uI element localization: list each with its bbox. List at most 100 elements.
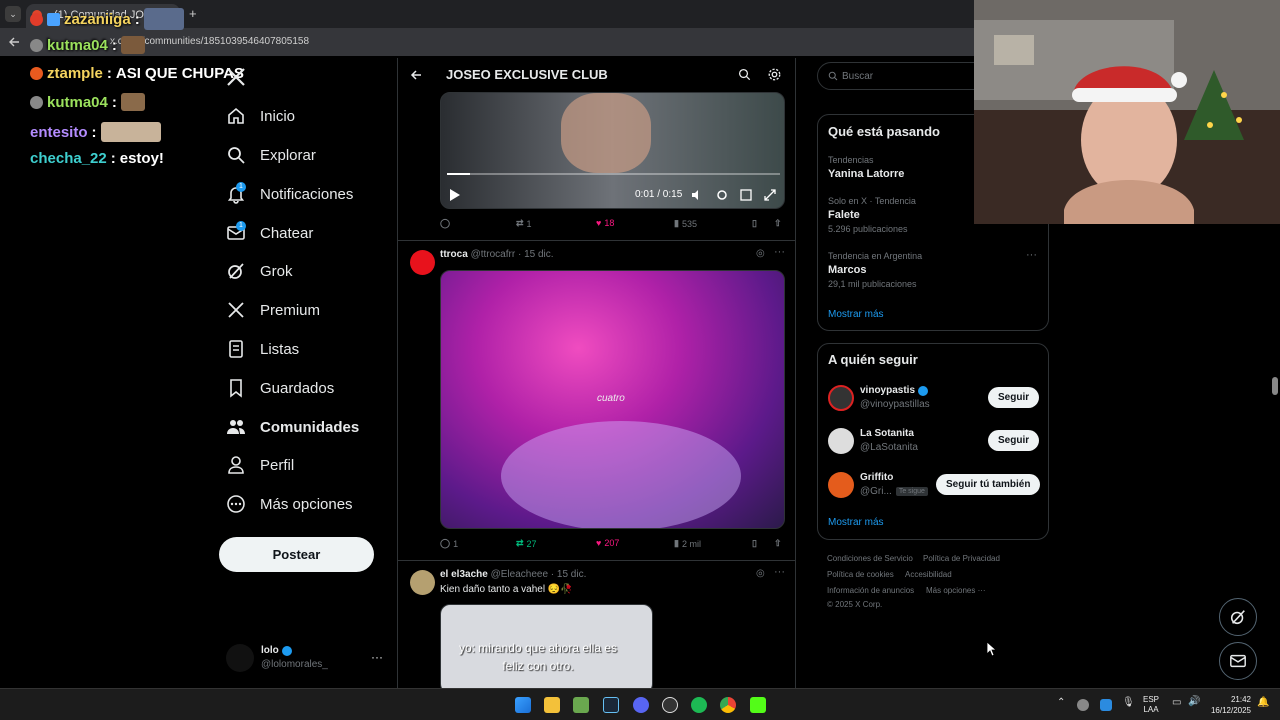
nav-item-mas-opciones[interactable]: Más opciones	[226, 489, 353, 519]
account-switcher[interactable]: lolo @lolomorales_ ···	[226, 642, 386, 674]
nav-label: Inicio	[260, 107, 296, 125]
repost-button[interactable]: ⇄ 1	[516, 218, 532, 229]
back-arrow-icon[interactable]	[410, 69, 422, 81]
post-image[interactable]: yo: mirando que ahora ella es feliz con …	[440, 604, 653, 688]
avatar	[828, 428, 854, 454]
obs-icon[interactable]	[662, 697, 678, 713]
reply-button[interactable]: ◯ 1	[440, 538, 458, 549]
reply-button[interactable]: ◯	[440, 218, 453, 229]
follow-suggestion[interactable]: Griffito @Gri... Te sigue Seguir tú tamb…	[818, 469, 1048, 503]
footer-link[interactable]: Política de cookies	[827, 570, 894, 579]
nav-item-inicio[interactable]: Inicio	[226, 101, 295, 131]
account-more-icon[interactable]: ···	[371, 650, 383, 664]
microphone-icon[interactable]: 🎙	[1122, 697, 1135, 708]
show-more-link[interactable]: Mostrar más	[828, 517, 884, 528]
show-more-link[interactable]: Mostrar más	[828, 309, 884, 320]
follow-suggestion[interactable]: vinoypastis @vinoypastillas Seguir	[818, 382, 1048, 416]
tray-shield-icon[interactable]	[1100, 699, 1112, 711]
network-icon[interactable]: ▭	[1172, 697, 1181, 708]
nav-label: Grok	[260, 262, 293, 280]
nav-item-grok[interactable]: Grok	[226, 256, 293, 286]
chat-message: kutma04:	[30, 36, 145, 54]
keyboard-layout[interactable]: ESP LAA	[1143, 695, 1159, 715]
footer-link[interactable]: Política de Privacidad	[923, 554, 1000, 563]
nav-item-premium[interactable]: Premium	[226, 295, 320, 325]
more-icon[interactable]: ···	[774, 566, 785, 578]
file-explorer-icon[interactable]	[544, 697, 560, 713]
clock-time: 21:42	[1230, 695, 1251, 704]
search-icon[interactable]	[738, 68, 751, 81]
like-button[interactable]: ♥ 18	[596, 218, 614, 228]
nav-label: Explorar	[260, 146, 316, 164]
notification-center-icon[interactable]: 🔔	[1257, 697, 1269, 708]
tray-app-icon[interactable]	[1077, 699, 1089, 711]
spotify-icon[interactable]	[691, 697, 707, 713]
views-button[interactable]: ▮ 535	[674, 218, 697, 229]
pip-icon[interactable]	[740, 189, 752, 201]
tray-chevron-icon[interactable]: ⌃	[1057, 697, 1065, 708]
gear-icon[interactable]	[716, 189, 728, 201]
scrollbar[interactable]	[1272, 377, 1278, 395]
volume-icon[interactable]	[691, 189, 703, 201]
nav-item-listas[interactable]: Listas	[226, 334, 299, 364]
share-button[interactable]: ⇧	[774, 218, 782, 229]
post[interactable]: ttroca @ttrocafrr · 15 dic. ◎ ··· cuatro…	[398, 242, 795, 561]
follow-name: La Sotanita	[860, 428, 914, 439]
chrome-icon[interactable]	[720, 697, 736, 713]
bookmark-icon: ▯	[752, 538, 757, 548]
nav-item-comunidades[interactable]: Comunidades	[226, 412, 359, 442]
share-icon: ⇧	[774, 538, 782, 548]
footer-link[interactable]: Accesibilidad	[905, 570, 952, 579]
views-icon: ▮	[674, 218, 679, 228]
minecraft-icon[interactable]	[573, 697, 589, 713]
trend-item[interactable]: Tendencia en Argentina Marcos 29,1 mil p…	[818, 247, 1048, 295]
video-progress-bar[interactable]	[447, 173, 780, 175]
footer-link[interactable]: Condiciones de Servicio	[827, 554, 913, 563]
grok-icon	[228, 263, 244, 279]
post-video[interactable]: cuatro	[440, 270, 785, 529]
footer-link[interactable]: Información de anuncios	[827, 586, 914, 595]
kick-icon[interactable]	[750, 697, 766, 713]
back-arrow-icon[interactable]	[8, 36, 20, 48]
repost-button[interactable]: ⇄ 27	[516, 538, 537, 549]
mail-icon	[1230, 654, 1246, 668]
grok-button[interactable]	[1219, 598, 1257, 636]
avatar	[828, 385, 854, 411]
x-logo-icon[interactable]	[226, 67, 246, 87]
community-feed: JOSEO EXCLUSIVE CLUB 0:01 / 0:15 ◯ ⇄ 1 ♥ 1…	[397, 58, 796, 688]
nav-item-perfil[interactable]: Perfil	[226, 450, 294, 480]
new-tab-button[interactable]: +	[189, 6, 197, 21]
tab-list-dropdown[interactable]: ⌄	[5, 6, 21, 22]
share-button[interactable]: ⇧	[774, 538, 782, 549]
post-actions: ◯ ⇄ 1 ♥ 18 ▮ 535 ▯ ⇧	[440, 218, 786, 234]
windows-start-icon[interactable]	[515, 697, 531, 713]
video-player[interactable]: 0:01 / 0:15	[440, 92, 785, 209]
views-button[interactable]: ▮ 2 mil	[674, 538, 701, 549]
bookmark-button[interactable]: ▯	[752, 538, 757, 549]
like-button[interactable]: ♥ 207	[596, 538, 619, 548]
steam-icon[interactable]	[603, 697, 619, 713]
chat-text: ASI QUE CHUPAS	[115, 65, 244, 82]
more-icon	[227, 495, 245, 513]
grok-icon[interactable]: ◎	[756, 568, 765, 579]
clock[interactable]: 21:42 16/12/2025	[1206, 694, 1251, 716]
bookmark-button[interactable]: ▯	[752, 218, 757, 229]
grok-icon[interactable]: ◎	[756, 248, 765, 259]
post[interactable]: el el3ache @Eleacheee · 15 dic. ◎ ··· Ki…	[398, 562, 795, 688]
follow-suggestion[interactable]: La Sotanita @LaSotanita Seguir	[818, 425, 1048, 459]
more-icon[interactable]: ···	[1026, 249, 1037, 261]
play-icon[interactable]	[449, 189, 460, 201]
more-icon[interactable]: ···	[774, 246, 785, 258]
volume-icon[interactable]: 🔊	[1188, 696, 1200, 707]
nav-item-guardados[interactable]: Guardados	[226, 373, 334, 403]
nav-item-explorar[interactable]: Explorar	[226, 140, 316, 170]
follow-button[interactable]: Seguir	[988, 387, 1040, 408]
follow-button[interactable]: Seguir	[988, 430, 1040, 451]
discord-icon[interactable]	[633, 697, 649, 713]
post-button[interactable]: Postear	[219, 537, 374, 572]
messages-button[interactable]	[1219, 642, 1257, 680]
fullscreen-icon[interactable]	[764, 189, 776, 201]
footer-link[interactable]: Más opciones ···	[926, 586, 986, 595]
gear-icon[interactable]	[767, 67, 782, 82]
follow-back-button[interactable]: Seguir tú también	[936, 474, 1041, 495]
